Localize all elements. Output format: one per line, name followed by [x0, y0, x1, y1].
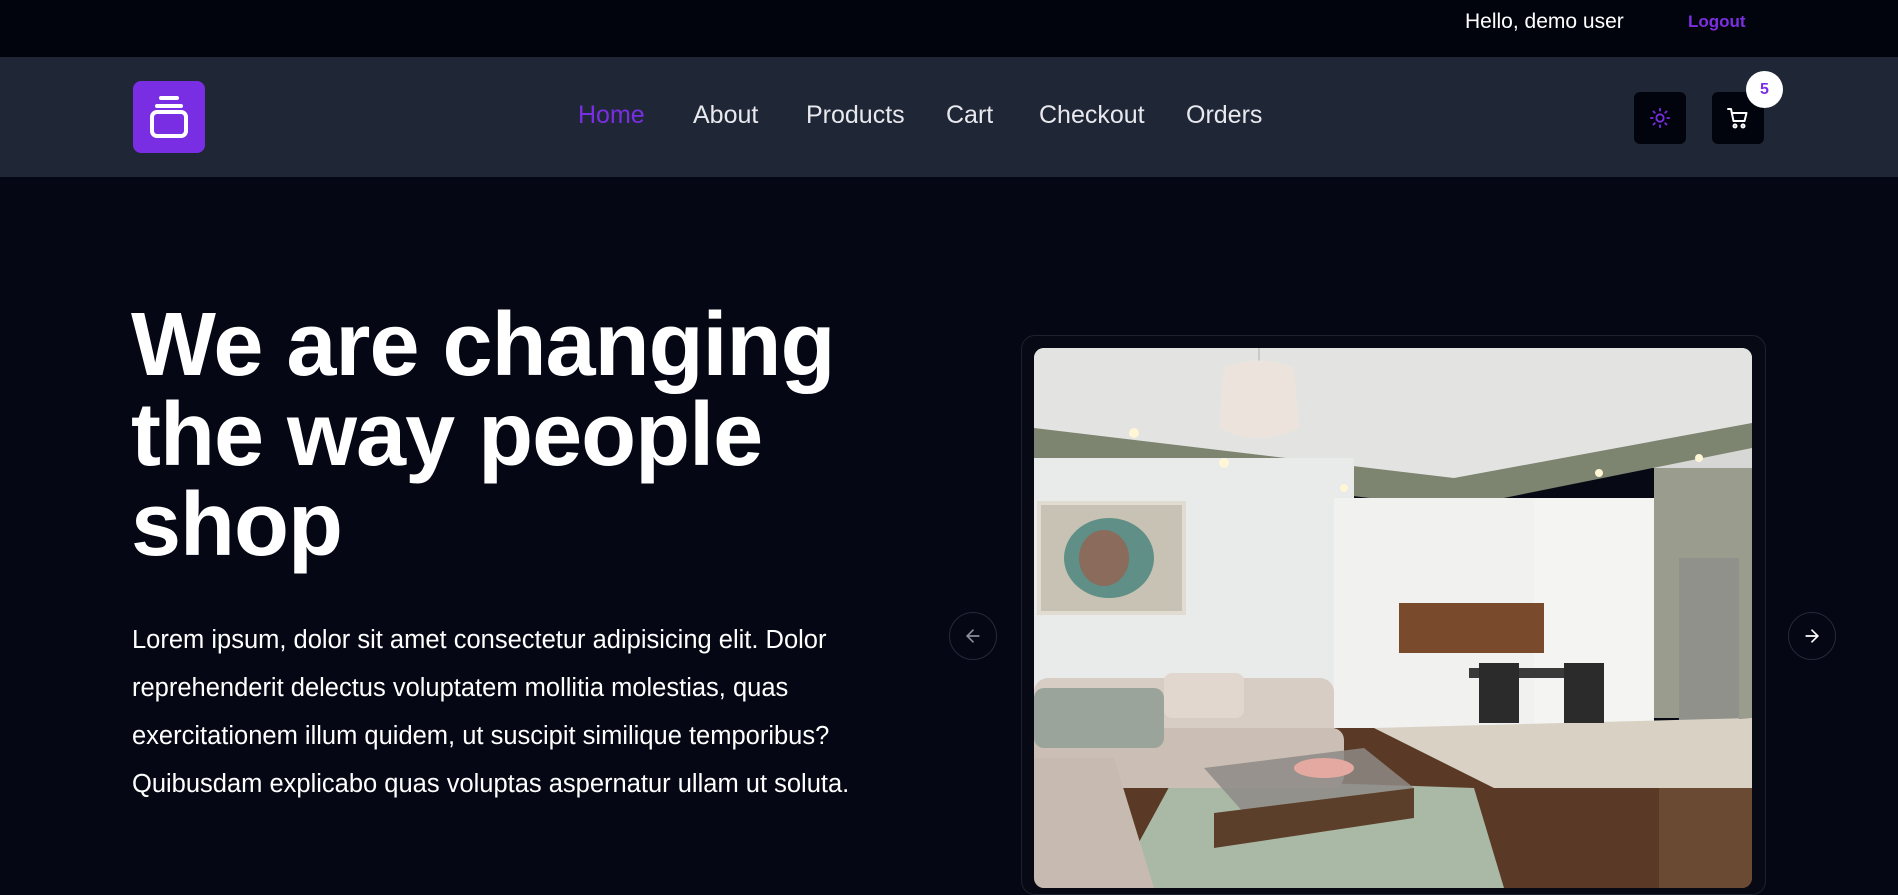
carousel-image [1034, 348, 1752, 888]
nav-link-cart[interactable]: Cart [946, 101, 993, 130]
greeting-text: Hello, demo user [1465, 10, 1624, 33]
logout-link[interactable]: Logout [1688, 12, 1746, 32]
sun-icon [1649, 107, 1671, 129]
carousel-next-button[interactable] [1788, 612, 1836, 660]
carousel-prev-button[interactable] [949, 612, 997, 660]
theme-toggle-button[interactable] [1634, 92, 1686, 144]
hero-description: Lorem ipsum, dolor sit amet consectetur … [132, 626, 850, 798]
nav-link-about[interactable]: About [693, 101, 758, 130]
nav-link-orders[interactable]: Orders [1186, 101, 1262, 130]
hero-title: We are changing the way people shop [131, 295, 836, 575]
nav-link-checkout[interactable]: Checkout [1039, 101, 1145, 130]
living-room-photo [1034, 348, 1752, 888]
nav-link-products[interactable]: Products [806, 101, 905, 130]
cart-count-badge: 5 [1746, 71, 1783, 108]
arrow-right-icon [1805, 629, 1819, 643]
stacked-box-icon [150, 96, 188, 138]
nav-link-home[interactable]: Home [578, 101, 645, 130]
cart-icon [1727, 108, 1748, 129]
logo[interactable] [133, 81, 205, 153]
main-navbar: Home About Products Cart Checkout Orders… [0, 57, 1898, 177]
top-utility-bar: Hello, demo user Logout [0, 0, 1898, 57]
arrow-left-icon [966, 629, 980, 643]
